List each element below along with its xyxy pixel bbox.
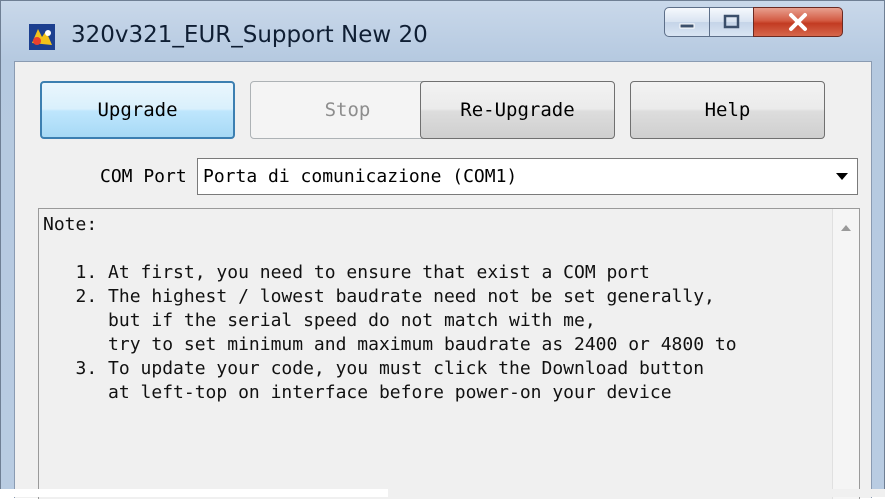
- notes-text: Note: 1. At first, you need to ensure th…: [43, 213, 737, 405]
- chevron-down-icon[interactable]: [836, 173, 848, 180]
- minimize-button[interactable]: [664, 7, 710, 37]
- note-line: Note:: [43, 214, 98, 235]
- maximize-button[interactable]: [709, 7, 754, 37]
- note-line: at left-top on interface before power-on…: [43, 382, 672, 403]
- minimize-icon: [679, 23, 695, 29]
- maximize-icon: [723, 14, 740, 29]
- reupgrade-button[interactable]: Re-Upgrade: [420, 81, 615, 139]
- com-port-label: COM Port: [100, 166, 187, 187]
- com-port-select[interactable]: Porta di comunicazione (COM1): [197, 158, 858, 195]
- note-line: 3. To update your code, you must click t…: [43, 358, 705, 379]
- stop-button[interactable]: Stop: [250, 81, 445, 139]
- note-line: try to set minimum and maximum baudrate …: [43, 334, 737, 355]
- help-button[interactable]: Help: [630, 81, 825, 139]
- notes-textbox[interactable]: Note: 1. At first, you need to ensure th…: [38, 208, 860, 499]
- close-button[interactable]: [753, 7, 843, 37]
- note-line: 1. At first, you need to ensure that exi…: [43, 262, 650, 283]
- client-area: Upgrade Stop Re-Upgrade Help COM Port Po…: [14, 61, 872, 499]
- bottom-edge-right: [388, 489, 885, 497]
- app-window: 320v321_EUR_Support New 20 Upgrade Stop …: [0, 0, 885, 499]
- caption-buttons: [664, 7, 877, 39]
- window-title: 320v321_EUR_Support New 20: [71, 22, 428, 48]
- vertical-scrollbar[interactable]: [832, 209, 859, 499]
- com-port-selected-value: Porta di comunicazione (COM1): [203, 166, 518, 187]
- note-line: 2. The highest / lowest baudrate need no…: [43, 286, 715, 307]
- note-line: but if the serial speed do not match wit…: [43, 310, 596, 331]
- upgrade-button[interactable]: Upgrade: [40, 81, 235, 139]
- app-icon: [29, 24, 55, 50]
- close-icon: [789, 13, 807, 31]
- scroll-up-icon[interactable]: [841, 225, 851, 231]
